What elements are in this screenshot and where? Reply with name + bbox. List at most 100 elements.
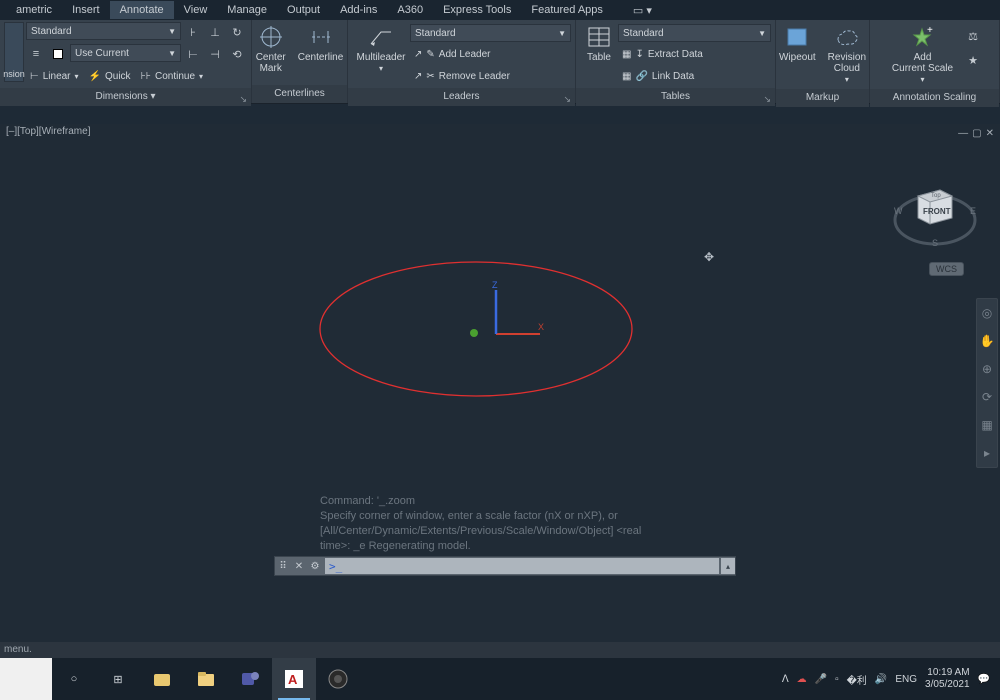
centermark-icon	[257, 24, 285, 50]
tray-mic-icon[interactable]: 🎤	[815, 674, 827, 685]
nav-wheel-icon[interactable]: ◎	[977, 299, 997, 327]
file-explorer-icon[interactable]	[184, 658, 228, 700]
teams-icon[interactable]	[228, 658, 272, 700]
tray-notifications-icon[interactable]: 💬	[978, 674, 990, 685]
tray-clock[interactable]: 10:19 AM 3/05/2021	[925, 667, 970, 691]
command-line[interactable]: ⠿ ✕ ⚙ >_ ▴	[274, 556, 736, 576]
add-leader-button[interactable]: ↗✎Add Leader	[410, 44, 571, 64]
extract-icon: ▦	[622, 49, 631, 60]
dim-style-dropdown[interactable]: Standard▼	[26, 22, 181, 40]
wipeout-button[interactable]: Wipeout	[773, 22, 822, 65]
cortana-icon[interactable]: ○	[52, 658, 96, 700]
cmdline-grip-icon[interactable]: ⠿	[275, 557, 291, 575]
leader-style-dropdown[interactable]: Standard▼	[410, 24, 571, 42]
ribbon-label-scaling: Annotation Scaling	[870, 89, 999, 107]
drawing-viewport[interactable]: [–][Top][Wireframe] — ▢ ✕ X Z ✥ W E S FR…	[0, 124, 1000, 642]
cmdline-history-icon[interactable]: ▴	[721, 558, 735, 574]
taskview-icon[interactable]: ⊞	[96, 658, 140, 700]
windows-taskbar: ○ ⊞ A ᐱ ☁ 🎤 ▫ �利 🔊 ENG 10:19 AM 3/05/202…	[0, 658, 1000, 700]
navigation-bar: ◎ ✋ ⊕ ⟳ ▦ ▸	[976, 298, 998, 468]
ribbon-group-markup: Wipeout Revision Cloud▾ Markup	[776, 20, 870, 103]
remove-leader-icon2: ✂	[426, 71, 434, 82]
usecurrent-dropdown[interactable]: Use Current▼	[70, 44, 181, 62]
tab-output[interactable]: Output	[277, 1, 330, 19]
bylayer-icon[interactable]: ≡	[26, 44, 46, 64]
tray-lang[interactable]: ENG	[895, 674, 917, 685]
tab-a360[interactable]: A360	[387, 1, 433, 19]
extract-icon2: ↧	[635, 49, 643, 60]
ribbon-label-tables: Tables↘	[576, 88, 775, 106]
viewcube[interactable]: W E S FRONT Top	[892, 170, 978, 256]
linear-button[interactable]: ⊢Linear▾	[26, 66, 83, 86]
status-bar: menu.	[0, 642, 1000, 658]
tab-manage[interactable]: Manage	[217, 1, 277, 19]
tray-chevron-icon[interactable]: ᐱ	[782, 674, 789, 685]
tray-wifi-icon[interactable]: �利	[847, 672, 867, 687]
scale-tool-1[interactable]: ⚖	[963, 26, 983, 46]
tab-express[interactable]: Express Tools	[433, 1, 521, 19]
cmd-line-3: [All/Center/Dynamic/Extents/Previous/Sca…	[320, 524, 736, 539]
cmd-line-4: time>: _e Regenerating model.	[320, 539, 736, 554]
revcloud-button[interactable]: Revision Cloud▾	[822, 22, 872, 87]
system-tray: ᐱ ☁ 🎤 ▫ �利 🔊 ENG 10:19 AM 3/05/2021 💬	[782, 667, 1000, 691]
tray-sound-icon[interactable]: 🔊	[875, 674, 887, 685]
table-style-dropdown[interactable]: Standard▼	[618, 24, 771, 42]
tab-insert[interactable]: Insert	[62, 1, 110, 19]
svg-text:S: S	[932, 238, 938, 248]
command-input[interactable]: >_	[325, 558, 719, 574]
tab-view[interactable]: View	[174, 1, 218, 19]
ribbon-label-dimensions[interactable]: Dimensions ▾↘	[0, 88, 251, 106]
svg-text:A: A	[288, 672, 298, 687]
nav-pan-icon[interactable]: ✋	[977, 327, 997, 355]
nav-zoom-icon[interactable]: ⊕	[977, 355, 997, 383]
scale-tool-2[interactable]: ★	[963, 50, 983, 70]
tab-featured[interactable]: Featured Apps	[521, 1, 613, 19]
start-button[interactable]	[0, 658, 52, 700]
tab-overflow[interactable]: ▭ ▾	[623, 1, 662, 20]
tray-cloud-icon[interactable]: ☁	[797, 674, 807, 685]
color-swatch[interactable]	[48, 44, 68, 64]
maximize-icon[interactable]: ▢	[972, 128, 981, 139]
obs-icon[interactable]	[316, 658, 360, 700]
dim-tool-5[interactable]: ⊣	[205, 44, 225, 64]
cmdline-customize-icon[interactable]: ⚙	[307, 557, 323, 575]
add-scale-button[interactable]: + Add Current Scale▾	[886, 22, 959, 87]
ribbon-group-tables: Table Standard▼ ▦↧Extract Data ▦🔗Link Da…	[576, 20, 776, 103]
nav-showmotion-icon[interactable]: ▦	[977, 411, 997, 439]
centermark-button[interactable]: Center Mark	[250, 22, 292, 76]
quick-button[interactable]: ⚡Quick	[85, 66, 135, 86]
dim-tool-4[interactable]: ⊢	[183, 44, 203, 64]
tab-annotate[interactable]: Annotate	[110, 1, 174, 19]
app-1-icon[interactable]	[140, 658, 184, 700]
cmd-line-1: Command: '_.zoom	[320, 494, 736, 509]
ribbon-label-markup: Markup	[776, 89, 869, 107]
viewport-controls: — ▢ ✕	[958, 128, 994, 139]
close-icon[interactable]: ✕	[986, 128, 994, 139]
autocad-icon[interactable]: A	[272, 658, 316, 700]
tab-parametric[interactable]: ametric	[6, 1, 62, 19]
svg-text:E: E	[970, 206, 976, 216]
menu-tabs: ametric Insert Annotate View Manage Outp…	[0, 0, 1000, 20]
nav-more-icon[interactable]: ▸	[977, 439, 997, 467]
tray-app-icon[interactable]: ▫	[835, 674, 839, 685]
remove-leader-button[interactable]: ↗✂Remove Leader	[410, 66, 571, 86]
continue-button[interactable]: ⊦⊦Continue▾	[137, 66, 207, 86]
dim-tool-3[interactable]: ↻	[227, 22, 247, 42]
ribbon-label-leaders: Leaders↘	[348, 88, 575, 106]
extract-data-button[interactable]: ▦↧Extract Data	[618, 44, 771, 64]
cmdline-close-icon[interactable]: ✕	[291, 557, 307, 575]
dim-tool-2[interactable]: ⊥	[205, 22, 225, 42]
big-dimension-button[interactable]: nsion	[4, 22, 24, 82]
link-data-button[interactable]: ▦🔗Link Data	[618, 66, 771, 86]
centerline-button[interactable]: Centerline	[292, 22, 350, 65]
viewport-tag[interactable]: [–][Top][Wireframe]	[6, 126, 90, 137]
table-button[interactable]: Table	[580, 22, 618, 65]
dim-tool-6[interactable]: ⟲	[227, 44, 247, 64]
nav-orbit-icon[interactable]: ⟳	[977, 383, 997, 411]
minimize-icon[interactable]: —	[958, 128, 968, 139]
dim-tool-1[interactable]: ⊦	[183, 22, 203, 42]
ribbon-group-leaders: Multileader▾ Standard▼ ↗✎Add Leader ↗✂Re…	[348, 20, 576, 103]
tab-addins[interactable]: Add-ins	[330, 1, 387, 19]
wcs-badge[interactable]: WCS	[929, 262, 964, 276]
multileader-button[interactable]: Multileader▾	[352, 22, 410, 76]
